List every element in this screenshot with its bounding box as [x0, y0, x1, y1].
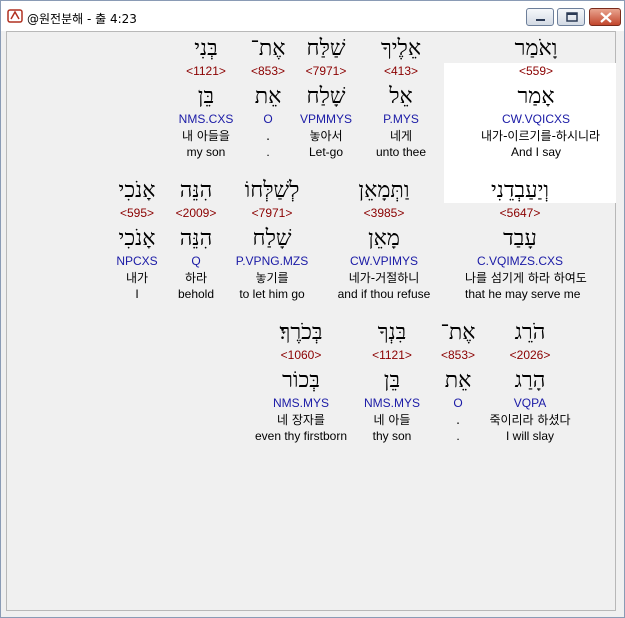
hebrew-lemma: אָמַר	[517, 84, 555, 109]
korean-gloss: 내 아들을	[182, 129, 230, 143]
hebrew-word: בְּנִי	[194, 36, 218, 61]
hebrew-word: וַתְּמָאֵן	[358, 178, 410, 203]
window-title: @원전분해 - 출 4:23	[27, 12, 137, 26]
minimize-button[interactable]	[526, 8, 554, 26]
morphology-code: CW.VQICXS	[501, 112, 570, 126]
word-cell[interactable]: וָאֹמַר <559> אָמַר CW.VQICXS 내가-이르기를-하시니라 An…	[481, 36, 601, 159]
english-gloss: my son	[186, 145, 226, 159]
hebrew-word: אָנֹכִי	[118, 178, 156, 203]
strong-number[interactable]: <559>	[481, 64, 591, 78]
english-gloss: I	[135, 287, 139, 301]
morphology-code: C.VQIMZS.CXS	[476, 254, 563, 268]
hebrew-word: וְיַעַבְדֵנִי	[491, 178, 549, 203]
hebrew-lemma: בְּכוֹר	[282, 368, 320, 393]
english-gloss: even thy firstborn	[254, 429, 348, 443]
strong-number[interactable]: <1121>	[151, 64, 261, 78]
close-button[interactable]	[589, 8, 621, 26]
morphology-code: CW.VPIMYS	[349, 254, 418, 268]
strong-number[interactable]: <3985>	[329, 206, 439, 220]
strong-number[interactable]: <595>	[82, 206, 192, 220]
korean-gloss: 나를 섬기게 하라 하여도	[465, 271, 587, 285]
hebrew-lemma: עָבַד	[503, 226, 537, 251]
morphology-code: NMS.CXS	[178, 112, 234, 126]
minimize-icon	[536, 19, 545, 21]
korean-gloss: 네가-거절하니	[348, 271, 420, 285]
korean-gloss: 내가	[125, 271, 149, 285]
maximize-icon	[566, 12, 578, 22]
word-cell[interactable]: בְּכֹרֶךָ׃ <1060> בְּכוֹר NMS.MYS 네 장자를 even …	[246, 320, 356, 443]
english-gloss: that he may serve me	[465, 287, 581, 301]
word-cell[interactable]: בְּנִי <1121> בֵּן NMS.CXS 내 아들을 my son	[151, 36, 261, 159]
hebrew-lemma: מָאֵן	[368, 226, 400, 251]
word-cell[interactable]: אָנֹכִי <595> אָנֹכִי NPCXS 내가 I	[82, 178, 192, 301]
hebrew-lemma: אָנֹכִי	[118, 226, 156, 251]
close-icon	[600, 12, 612, 23]
hebrew-lemma: בֵּן	[197, 84, 215, 109]
title-bar[interactable]: @원전분해 - 출 4:23	[1, 1, 624, 31]
word-cell[interactable]: וְיַעַבְדֵנִי <5647> עָבַד C.VQIMZS.CXS 나를 섬…	[465, 178, 587, 301]
word-cell[interactable]: וַתְּמָאֵן <3985> מָאֵן CW.VPIMYS 네가-거절하니 and…	[329, 178, 439, 301]
morphology-code: NPCXS	[116, 254, 158, 268]
strong-number[interactable]: <5647>	[465, 206, 575, 220]
hebrew-word: בְּכֹרֶךָ׃	[279, 320, 323, 345]
english-gloss: And I say	[510, 145, 562, 159]
morphology-code: NMS.MYS	[272, 396, 329, 410]
strong-number[interactable]: <1060>	[246, 348, 356, 362]
hebrew-word: וָאֹמַר	[514, 36, 558, 61]
korean-gloss: 네 장자를	[277, 413, 325, 427]
korean-gloss: 내가-이르기를-하시니라	[481, 129, 601, 143]
maximize-button[interactable]	[557, 8, 585, 26]
english-gloss: and if thou refuse	[337, 287, 431, 301]
app-icon	[7, 9, 23, 23]
